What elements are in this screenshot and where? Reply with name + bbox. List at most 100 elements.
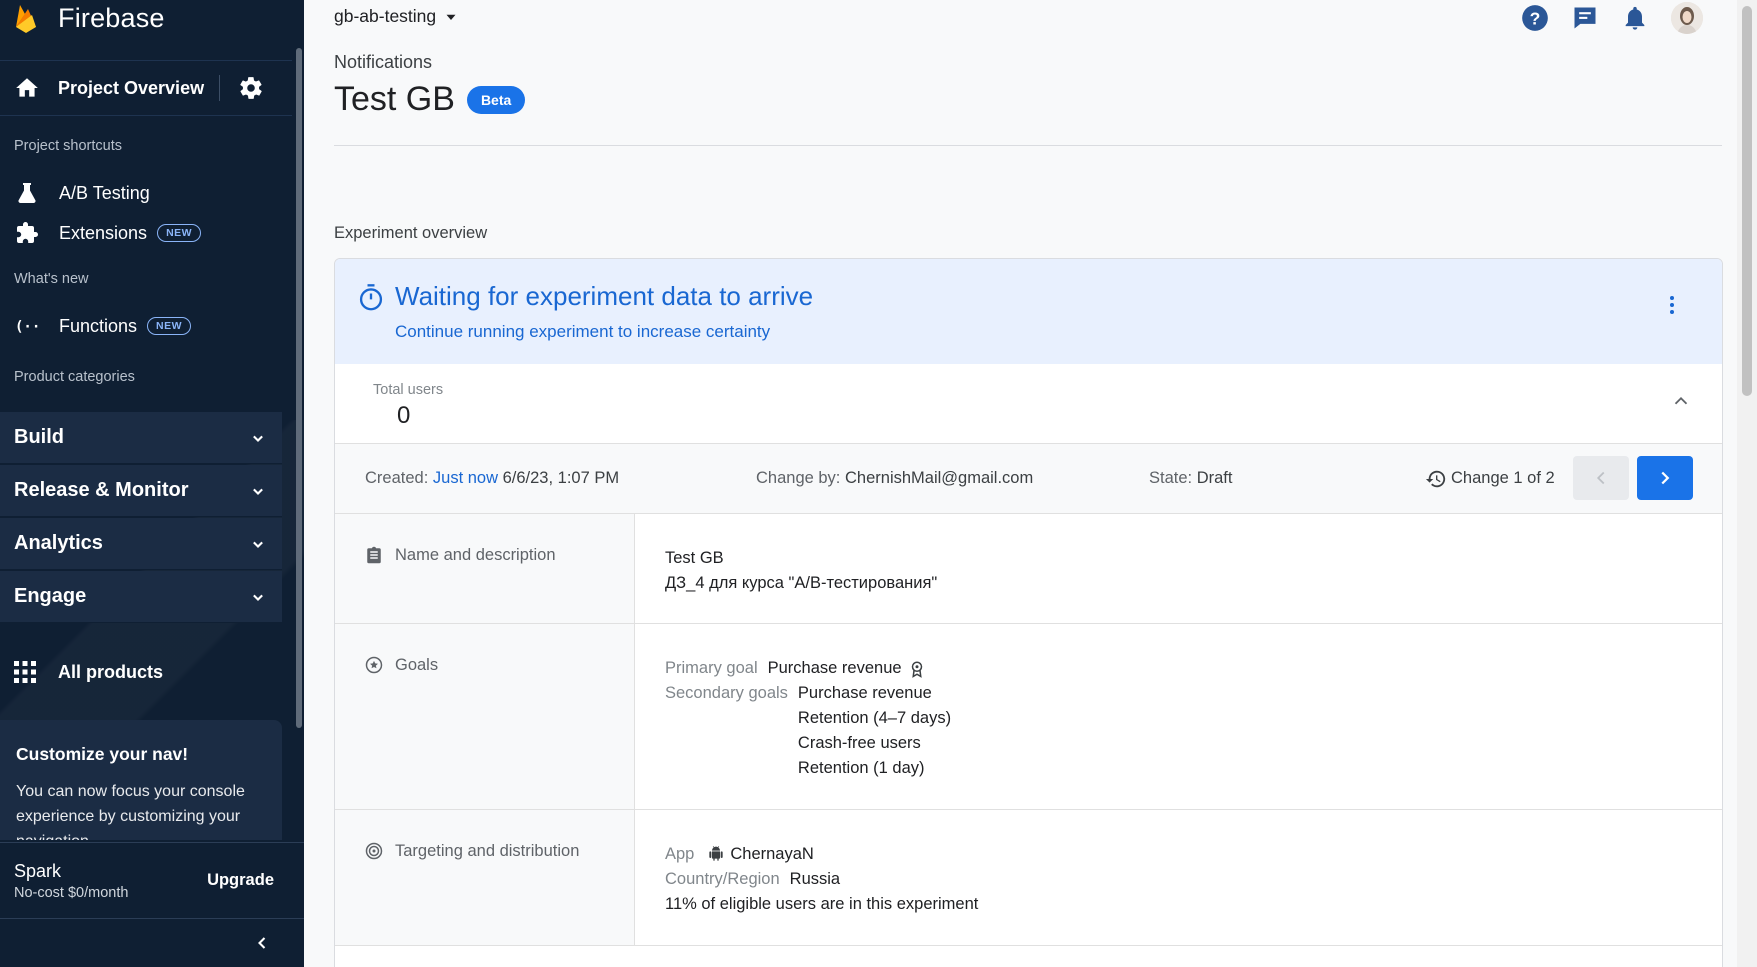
nav-functions[interactable]: (···) Functions NEW — [0, 307, 292, 345]
breadcrumb[interactable]: Notifications — [334, 52, 432, 73]
star-circle-icon — [365, 656, 383, 674]
timer-icon — [359, 284, 383, 311]
row-value-cell: Primary goal Purchase revenue Secondary … — [635, 624, 1722, 809]
scrollbar-thumb[interactable] — [1742, 6, 1752, 396]
customize-text: You can now focus your console experienc… — [16, 783, 245, 840]
chevron-down-icon — [253, 488, 263, 495]
customize-nav-card: Customize your nav! You can now focus yo… — [0, 720, 282, 840]
secondary-goals-label: Secondary goals — [665, 684, 788, 702]
help-icon[interactable]: ? — [1521, 4, 1549, 32]
change-by-label: Change by: — [756, 469, 841, 487]
product-categories-heading: Product categories — [14, 369, 135, 385]
row-label-cell: Name and description — [335, 514, 635, 623]
sidebar-scrollbar[interactable] — [296, 48, 302, 728]
new-badge: NEW — [157, 224, 202, 242]
target-icon — [365, 842, 383, 860]
experiment-card: Waiting for experiment data to arrive Co… — [334, 258, 1723, 967]
next-change-button[interactable] — [1637, 456, 1693, 500]
goals-row: Goals Primary goal Purchase revenue Seco… — [335, 624, 1722, 810]
firebase-flame-icon — [16, 5, 36, 33]
flask-icon — [14, 180, 40, 206]
page-title-text: Test GB — [334, 80, 455, 118]
customize-title: Customize your nav! — [16, 744, 189, 764]
nav-ab-testing[interactable]: A/B Testing — [0, 174, 292, 212]
category-label: Analytics — [14, 532, 103, 554]
gear-icon[interactable] — [238, 75, 264, 101]
chevron-right-icon — [1661, 471, 1670, 485]
plan-name: Spark — [14, 860, 62, 881]
beta-badge: Beta — [466, 85, 526, 114]
project-selector[interactable]: gb-ab-testing — [334, 6, 460, 27]
state-label: State: — [1149, 469, 1193, 487]
row-value-cell: Test GB ДЗ_4 для курса "А/В-тестирования… — [635, 514, 1722, 623]
android-icon — [709, 846, 724, 861]
row-title: Goals — [395, 656, 439, 674]
avatar-image-icon — [1671, 2, 1703, 34]
nav-functions-label: Functions — [59, 315, 138, 336]
upgrade-button[interactable]: Upgrade — [207, 871, 274, 890]
puzzle-icon — [14, 220, 40, 246]
created-label: Created: — [365, 469, 429, 487]
created-link[interactable]: Just now — [433, 469, 498, 487]
category-release-monitor[interactable]: Release & Monitor — [0, 465, 282, 517]
app-value: ChernayaN — [730, 845, 814, 863]
project-name: gb-ab-testing — [334, 6, 437, 26]
apps-grid-icon — [14, 661, 36, 683]
project-overview-label: Project Overview — [58, 77, 205, 98]
more-vert-icon[interactable] — [1660, 293, 1684, 317]
state-info: State: Draft — [1149, 469, 1232, 488]
home-icon — [16, 78, 38, 97]
list-item: Purchase revenue — [797, 684, 932, 702]
functions-icon: (···) — [14, 313, 40, 339]
project-shortcuts-heading: Project shortcuts — [14, 138, 122, 154]
change-by-info: Change by: ChernishMail@gmail.com — [756, 469, 1033, 488]
feedback-icon[interactable] — [1571, 4, 1599, 32]
firebase-logo[interactable]: Firebase — [14, 0, 165, 36]
chevron-left-icon — [1596, 471, 1605, 485]
experiment-description: ДЗ_4 для курса "А/В-тестирования" — [665, 574, 938, 592]
category-build[interactable]: Build — [0, 412, 282, 464]
chevron-left-icon — [258, 937, 266, 949]
nav-extensions[interactable]: Extensions NEW — [0, 214, 292, 252]
top-bar-actions: ? — [1521, 2, 1703, 34]
history-icon — [1425, 470, 1446, 487]
page-title: Test GB Beta — [334, 80, 526, 119]
country-value: Russia — [789, 870, 841, 888]
country-label: Country/Region — [665, 870, 780, 888]
chevron-down-icon — [253, 541, 263, 548]
category-label: Release & Monitor — [14, 479, 189, 501]
state-value: Draft — [1196, 469, 1233, 487]
eligible-users-text: 11% of eligible users are in this experi… — [665, 895, 979, 913]
previous-change-button[interactable] — [1573, 456, 1629, 500]
primary-goal-label: Primary goal — [665, 659, 758, 677]
secondary-goals-list: Purchase revenue Retention (4–7 days) Cr… — [798, 681, 951, 781]
category-engage[interactable]: Engage — [0, 571, 282, 623]
nav-ab-testing-label: A/B Testing — [59, 182, 150, 203]
list-item: Retention (1 day) — [797, 759, 925, 777]
app-label: App — [665, 845, 695, 863]
created-date: 6/6/23, 1:07 PM — [502, 469, 620, 487]
divider — [334, 145, 1722, 146]
list-item: Retention (4–7 days) — [797, 709, 952, 727]
project-overview[interactable]: Project Overview — [0, 60, 292, 116]
banner-title: Waiting for experiment data to arrive — [395, 281, 814, 311]
user-avatar[interactable] — [1671, 2, 1703, 34]
category-label: Engage — [14, 585, 87, 607]
row-value-cell: App ChernayaN Country/Region Russia 11% … — [635, 810, 1722, 945]
award-icon — [911, 661, 922, 678]
notifications-bell-icon[interactable] — [1621, 4, 1649, 32]
total-users-value: 0 — [397, 402, 411, 429]
main-scrollbar[interactable] — [1737, 0, 1757, 967]
category-analytics[interactable]: Analytics — [0, 518, 282, 570]
created-info: Created: Just now 6/6/23, 1:07 PM — [365, 469, 619, 488]
list-item: Crash-free users — [797, 734, 921, 752]
row-label-cell: Targeting and distribution — [335, 810, 635, 945]
collapse-sidebar-button[interactable] — [0, 918, 304, 967]
name-description-row: Name and description Test GB ДЗ_4 для ку… — [335, 514, 1722, 624]
row-title: Name and description — [395, 546, 556, 564]
all-products[interactable]: All products — [0, 650, 292, 694]
experiment-overview-label: Experiment overview — [334, 224, 488, 242]
main-content: gb-ab-testing ? Notifications Test GB Be… — [304, 0, 1757, 967]
change-meta-bar: Created: Just now 6/6/23, 1:07 PM Change… — [335, 444, 1722, 514]
chevron-up-icon[interactable] — [1670, 390, 1692, 412]
